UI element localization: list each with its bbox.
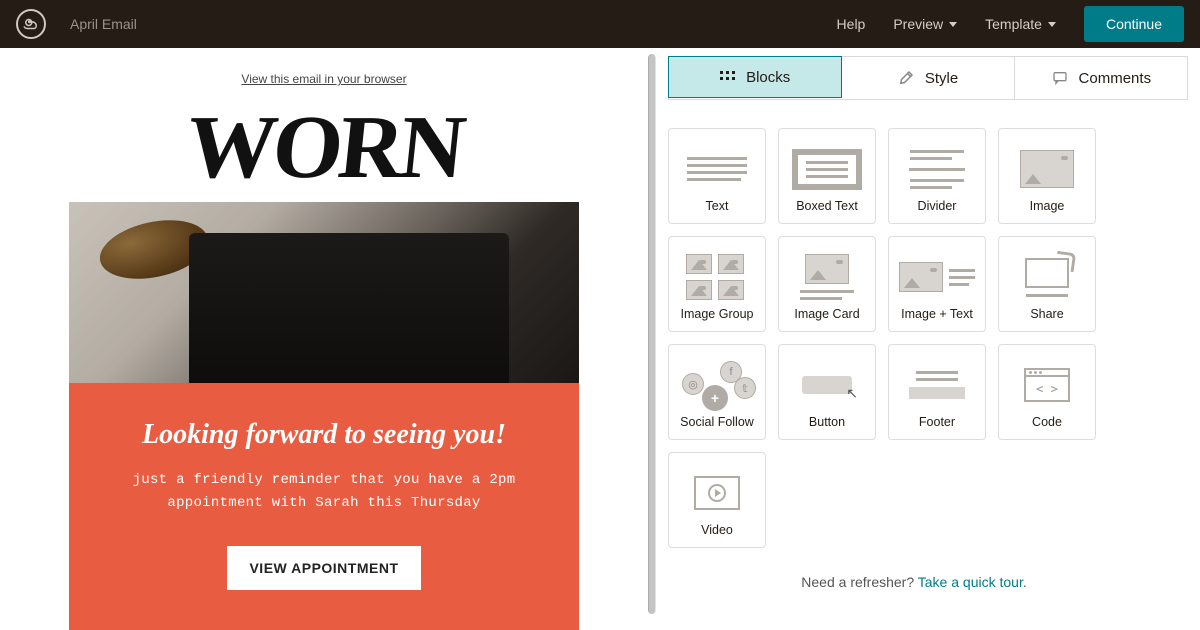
tab-style[interactable]: Style <box>841 57 1014 99</box>
block-share[interactable]: Share <box>998 236 1096 332</box>
email-canvas[interactable]: View this email in your browser WORN Loo… <box>0 48 648 630</box>
block-divider[interactable]: Divider <box>888 128 986 224</box>
headline: Looking forward to seeing you! <box>109 419 539 451</box>
help-link[interactable]: Help <box>837 16 866 32</box>
block-social-follow[interactable]: f𝕥◎+ Social Follow <box>668 344 766 440</box>
tab-label: Style <box>925 70 958 87</box>
pane-resize-handle[interactable] <box>648 54 656 614</box>
block-image-card[interactable]: Image Card <box>778 236 876 332</box>
tab-label: Blocks <box>746 69 790 86</box>
chevron-down-icon <box>1048 22 1056 27</box>
quick-tour-link[interactable]: Take a quick tour <box>918 574 1023 590</box>
hero-image[interactable] <box>69 202 579 383</box>
tab-blocks[interactable]: Blocks <box>668 56 842 98</box>
block-image-text[interactable]: Image + Text <box>888 236 986 332</box>
content-panel[interactable]: Looking forward to seeing you! just a fr… <box>69 383 579 630</box>
tab-comments[interactable]: Comments <box>1015 57 1187 99</box>
block-boxed-text[interactable]: Boxed Text <box>778 128 876 224</box>
chevron-down-icon <box>949 22 957 27</box>
body-text: just a friendly reminder that you have a… <box>109 469 539 514</box>
grid-icon <box>720 71 736 83</box>
preview-menu[interactable]: Preview <box>893 16 957 32</box>
template-menu[interactable]: Template <box>985 16 1056 32</box>
cta-button[interactable]: VIEW APPOINTMENT <box>227 546 420 590</box>
campaign-title: April Email <box>70 16 137 32</box>
block-code[interactable]: < > Code <box>998 344 1096 440</box>
block-image[interactable]: Image <box>998 128 1096 224</box>
comment-icon <box>1051 70 1069 86</box>
block-text[interactable]: Text <box>668 128 766 224</box>
block-video[interactable]: Video <box>668 452 766 548</box>
mailchimp-logo-icon[interactable] <box>16 9 46 39</box>
block-image-group[interactable]: Image Group <box>668 236 766 332</box>
view-in-browser-link[interactable]: View this email in your browser <box>241 72 406 86</box>
block-footer[interactable]: Footer <box>888 344 986 440</box>
blocks-grid: Text Boxed Text Divider Image Image Grou… <box>668 128 1200 548</box>
brush-icon <box>897 69 915 87</box>
block-button[interactable]: ↖ Button <box>778 344 876 440</box>
sidebar-tabs: Blocks Style Comments <box>668 56 1188 100</box>
help-footer: Need a refresher? Take a quick tour. <box>668 574 1200 590</box>
sidebar-panel: Blocks Style Comments Text <box>656 48 1200 630</box>
cursor-icon: ↖ <box>846 385 858 402</box>
brand-logo: WORN <box>183 112 465 184</box>
topbar: April Email Help Preview Template Contin… <box>0 0 1200 48</box>
continue-button[interactable]: Continue <box>1084 6 1184 42</box>
tab-label: Comments <box>1079 70 1152 87</box>
